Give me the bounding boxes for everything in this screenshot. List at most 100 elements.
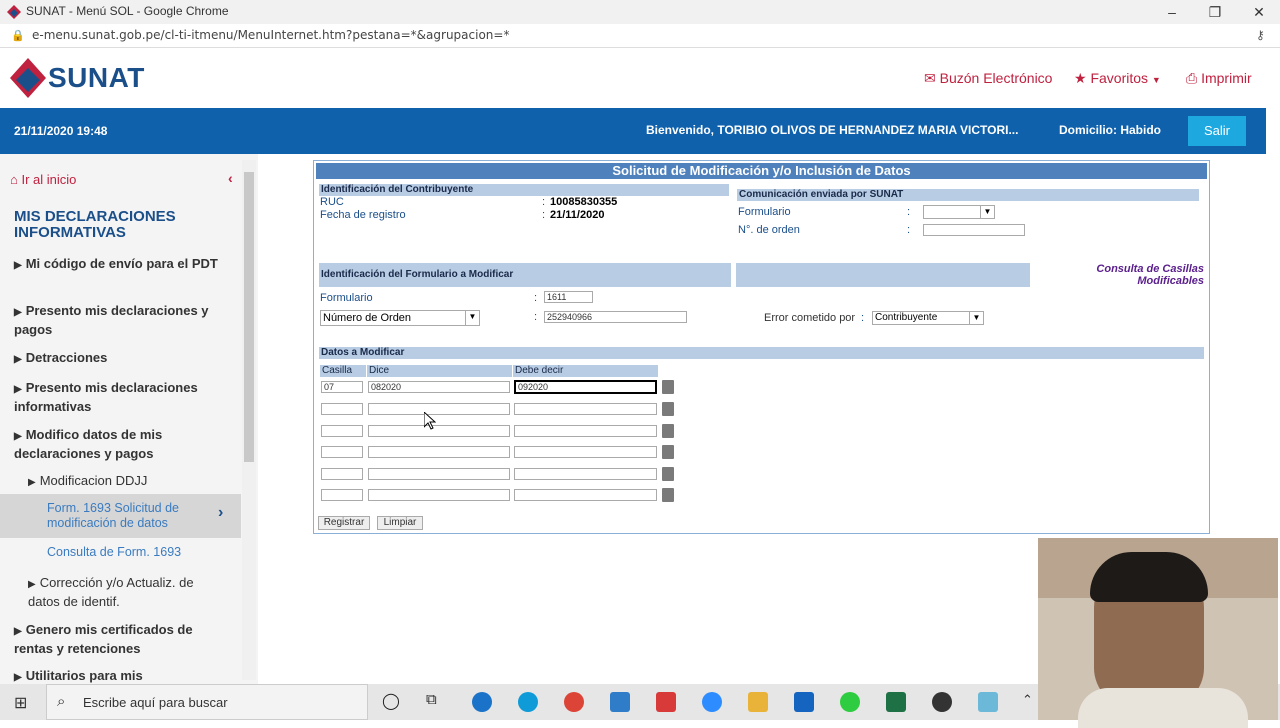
menu-label: Form. 1693 Solicitud de modificación de … bbox=[47, 501, 180, 530]
fecha-label: Fecha de registro bbox=[320, 209, 406, 221]
user-bar: 21/11/2020 19:48 Bienvenido, TORIBIO OLI… bbox=[0, 108, 1266, 154]
close-icon[interactable]: ✕ bbox=[1249, 2, 1269, 22]
teamviewer-icon[interactable] bbox=[472, 692, 492, 712]
menu-item-modificacion-ddjj[interactable]: ▶ Modificacion DDJJ bbox=[28, 472, 147, 491]
key-icon[interactable]: ⚷ bbox=[1256, 28, 1265, 42]
excel-icon[interactable] bbox=[886, 692, 906, 712]
outlook-icon[interactable] bbox=[794, 692, 814, 712]
formulario-label: Formulario bbox=[320, 292, 373, 304]
triangle-right-icon: ▶ bbox=[14, 384, 22, 395]
chrome-icon[interactable] bbox=[564, 692, 584, 712]
casilla-input[interactable]: 07 bbox=[321, 381, 363, 393]
menu-label: Utilitarios para mis bbox=[25, 668, 143, 683]
menu-item-utilitarios[interactable]: ▶ Utilitarios para mis bbox=[14, 667, 234, 684]
sidebar-scrollbar[interactable] bbox=[242, 160, 256, 680]
trash-icon[interactable] bbox=[662, 424, 674, 438]
casilla-input[interactable] bbox=[321, 489, 363, 501]
address-bar[interactable]: 🔒 e-menu.sunat.gob.pe/cl-ti-itmenu/MenuI… bbox=[0, 24, 1280, 48]
domicilio-text: Domicilio: Habido bbox=[1059, 123, 1161, 137]
welcome-text: Bienvenido, TORIBIO OLIVOS DE HERNANDEZ … bbox=[646, 123, 1019, 137]
menu-item-consulta-1693[interactable]: Consulta de Form. 1693 bbox=[47, 545, 181, 559]
debe-decir-input[interactable]: 092020 bbox=[514, 380, 657, 394]
triangle-right-icon: ▶ bbox=[14, 354, 22, 365]
error-label: Error cometido por bbox=[764, 312, 856, 324]
numero-orden-select[interactable]: Número de Orden ▼ bbox=[320, 310, 480, 326]
error-select[interactable]: Contribuyente ▼ bbox=[872, 311, 984, 325]
debe-decir-input[interactable] bbox=[514, 489, 657, 501]
colon: : bbox=[534, 311, 538, 323]
dropdown-arrow-icon: ▼ bbox=[465, 311, 479, 325]
dice-input[interactable]: 082020 bbox=[368, 381, 510, 393]
numero-orden-input[interactable]: 252940966 bbox=[544, 311, 687, 323]
form-title: Solicitud de Modificación y/o Inclusión … bbox=[316, 163, 1207, 179]
edge-icon[interactable] bbox=[518, 692, 538, 712]
collapse-icon[interactable]: ‹ bbox=[228, 170, 233, 186]
salir-button[interactable]: Salir bbox=[1188, 116, 1246, 146]
menu-label: Corrección y/o Actualiz. de datos de ide… bbox=[28, 575, 194, 609]
trash-icon[interactable] bbox=[662, 380, 674, 394]
casilla-input[interactable] bbox=[321, 468, 363, 480]
cortana-icon[interactable]: ◯ bbox=[382, 691, 400, 711]
menu-item-modifico[interactable]: ▶ Modifico datos de mis declaraciones y p… bbox=[14, 426, 234, 462]
debe-decir-input[interactable] bbox=[514, 403, 657, 415]
restore-icon[interactable]: ❐ bbox=[1205, 2, 1225, 22]
menu-item-correccion[interactable]: ▶ Corrección y/o Actualiz. de datos de id… bbox=[28, 574, 228, 610]
registrar-button[interactable]: Registrar bbox=[318, 516, 370, 530]
debe-decir-input[interactable] bbox=[514, 468, 657, 480]
zoom-icon[interactable] bbox=[702, 692, 722, 712]
debe-decir-input[interactable] bbox=[514, 425, 657, 437]
url-text[interactable]: e-menu.sunat.gob.pe/cl-ti-itmenu/MenuInt… bbox=[32, 28, 509, 42]
gift-app-icon[interactable] bbox=[656, 692, 676, 712]
colon: : bbox=[534, 292, 538, 304]
menu-item-presento-pagos[interactable]: ▶ Presento mis declaraciones y pagos bbox=[14, 302, 234, 338]
debe-decir-input[interactable] bbox=[514, 446, 657, 458]
dice-input[interactable] bbox=[368, 446, 510, 458]
caret-down-icon: ▼ bbox=[1151, 75, 1161, 85]
menu-item-certificados[interactable]: ▶ Genero mis certificados de rentas y ret… bbox=[14, 621, 234, 657]
windows-start-icon[interactable]: ⊞ bbox=[14, 693, 27, 713]
triangle-right-icon: ▶ bbox=[14, 431, 22, 442]
menu-item-informativas[interactable]: ▶ Presento mis declaraciones informativas bbox=[14, 379, 234, 415]
minimize-icon[interactable]: – bbox=[1162, 2, 1182, 22]
orden-label: N°. de orden bbox=[738, 224, 800, 236]
casilla-input[interactable] bbox=[321, 425, 363, 437]
dice-input[interactable] bbox=[368, 468, 510, 480]
casilla-input[interactable] bbox=[321, 446, 363, 458]
trash-icon[interactable] bbox=[662, 445, 674, 459]
scrollbar-thumb[interactable] bbox=[244, 172, 254, 462]
file-explorer-icon[interactable] bbox=[748, 692, 768, 712]
menu-label: Detracciones bbox=[25, 350, 108, 365]
dice-input[interactable] bbox=[368, 425, 510, 437]
buzon-link[interactable]: ✉ Buzón Electrónico bbox=[924, 70, 1052, 87]
com-formulario-select[interactable]: ▼ bbox=[923, 205, 995, 219]
trash-icon[interactable] bbox=[662, 467, 674, 481]
trash-icon[interactable] bbox=[662, 488, 674, 502]
orden-input[interactable] bbox=[923, 224, 1025, 236]
search-icon: ⌕ bbox=[57, 693, 66, 710]
obs-icon[interactable] bbox=[932, 692, 952, 712]
menu-item-codigo-envio[interactable]: ▶ Mi código de envío para el PDT bbox=[14, 255, 234, 274]
trash-icon[interactable] bbox=[662, 402, 674, 416]
chevron-up-icon[interactable]: ⌃ bbox=[1022, 692, 1033, 708]
dropdown-arrow-icon: ▼ bbox=[980, 206, 994, 218]
formulario-input[interactable]: 1611 bbox=[544, 291, 593, 303]
home-link[interactable]: ⌂ Ir al inicio bbox=[10, 172, 76, 187]
site-header: SUNAT ✉ Buzón Electrónico ★ Favoritos ▼ … bbox=[0, 48, 1266, 108]
task-view-icon[interactable]: ⧉ bbox=[426, 691, 437, 708]
dice-input[interactable] bbox=[368, 489, 510, 501]
mail-app-icon[interactable] bbox=[610, 692, 630, 712]
menu-item-detracciones[interactable]: ▶ Detracciones bbox=[14, 349, 234, 368]
webcam-overlay bbox=[1038, 538, 1278, 728]
app-icon[interactable] bbox=[978, 692, 998, 712]
dice-input[interactable] bbox=[368, 403, 510, 415]
imprimir-link[interactable]: ⎙ Imprimir bbox=[1186, 70, 1252, 87]
col-debe-decir: Debe decir bbox=[513, 365, 658, 377]
favoritos-link[interactable]: ★ Favoritos ▼ bbox=[1074, 70, 1161, 87]
consulta-casillas-link[interactable]: Consulta de Casillas Modificables bbox=[1054, 263, 1204, 287]
menu-item-form-1693-active[interactable]: Form. 1693 Solicitud de modificación de … bbox=[0, 494, 241, 538]
taskbar-search[interactable]: ⌕ Escribe aquí para buscar bbox=[46, 684, 368, 720]
spotify-icon[interactable] bbox=[840, 692, 860, 712]
limpiar-button[interactable]: Limpiar bbox=[377, 516, 423, 530]
print-icon: ⎙ bbox=[1186, 70, 1198, 86]
casilla-input[interactable] bbox=[321, 403, 363, 415]
